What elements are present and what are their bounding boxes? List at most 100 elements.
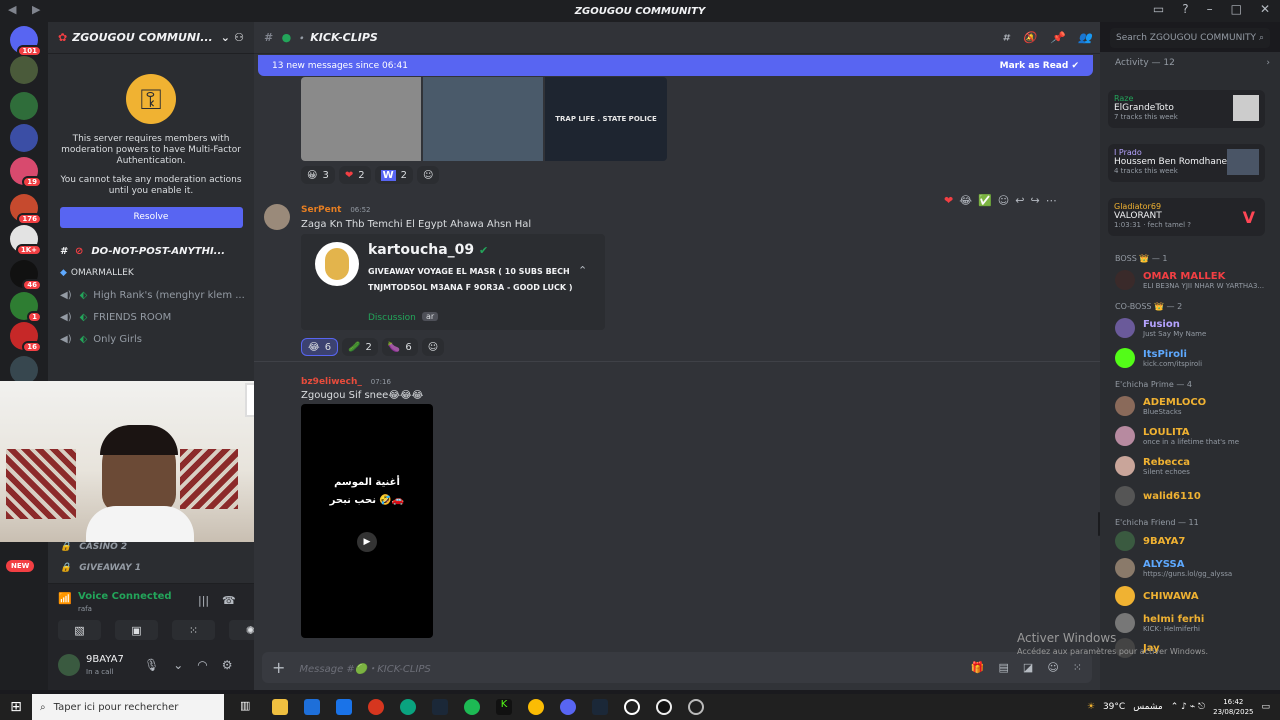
task-view-icon[interactable]: ▥: [240, 699, 256, 715]
server-icon[interactable]: 176: [10, 194, 42, 225]
member-item[interactable]: Fusion Just Say My Name: [1100, 313, 1280, 343]
reaction[interactable]: 🍆 6: [381, 338, 418, 356]
member-item[interactable]: 9BAYA7: [1100, 529, 1280, 553]
reaction[interactable]: W2: [374, 166, 413, 184]
history-nav[interactable]: ◀ ▶: [8, 3, 46, 16]
members-icon[interactable]: 👥: [1078, 31, 1092, 44]
new-messages-bar[interactable]: 13 new messages since 06:41 Mark as Read…: [258, 55, 1093, 76]
voice-channel[interactable]: ◀) ⬖ FRIENDS ROOM: [48, 306, 254, 328]
more-icon[interactable]: ⋯: [1046, 194, 1057, 207]
member-item[interactable]: LOULITA once in a lifetime that's me: [1100, 421, 1280, 451]
video-attachment[interactable]: أغنية الموسم نحب نبحر 🤣🚗 ▶: [301, 404, 433, 638]
reply-icon[interactable]: ↩: [1015, 194, 1024, 207]
server-icon[interactable]: [10, 56, 38, 84]
attachment-image[interactable]: TRAP LIFE . STATE POLICE: [545, 77, 667, 161]
activity-card[interactable]: I Prado Houssem Ben Romdhane 4 tracks th…: [1108, 144, 1265, 182]
mute-icon[interactable]: 🔕: [1023, 31, 1037, 44]
server-icon[interactable]: 46: [10, 260, 42, 291]
reaction[interactable]: ❤ 2: [338, 166, 371, 184]
member-item[interactable]: ItsPiroli kick.com/itspiroli: [1100, 343, 1280, 373]
headphones-icon[interactable]: ◠: [197, 658, 207, 672]
voice-channel[interactable]: 🔒 GIVEAWAY 1: [48, 557, 141, 579]
author-name[interactable]: SerPent: [301, 205, 341, 215]
add-attachment-icon[interactable]: +: [272, 658, 285, 677]
maximize-button[interactable]: □: [1231, 2, 1242, 16]
windows-start-icon[interactable]: ⊞: [0, 694, 32, 720]
message-input[interactable]: Message #🟢・KICK-CLIPS: [299, 660, 430, 675]
member-item[interactable]: ALYSSA https://guns.lol/gg_alyssa: [1100, 553, 1280, 583]
discord-icon[interactable]: [560, 699, 576, 715]
server-icon[interactable]: 1: [10, 292, 42, 323]
edge-icon[interactable]: [400, 699, 416, 715]
forward-icon[interactable]: ↪: [1030, 194, 1039, 207]
disconnect-icon[interactable]: ☎: [222, 594, 236, 607]
sticker-icon[interactable]: ◪: [1023, 661, 1033, 674]
file-explorer-icon[interactable]: [272, 699, 288, 715]
settings-icon[interactable]: ⚙: [222, 658, 233, 672]
member-item[interactable]: CHIWAWA: [1100, 583, 1280, 609]
member-item[interactable]: ADEMLOCO BlueStacks: [1100, 391, 1280, 421]
notification-icon[interactable]: ▭: [1261, 702, 1270, 712]
settings-icon[interactable]: [688, 699, 704, 715]
weather-temp[interactable]: 39°C: [1103, 702, 1125, 712]
server-icon[interactable]: [10, 356, 38, 384]
activity-header[interactable]: Activity — 12 ›: [1100, 52, 1280, 74]
camera-off-button[interactable]: ▧: [58, 620, 101, 640]
emoji-icon[interactable]: ☺: [1047, 661, 1058, 674]
server-icon[interactable]: 19: [10, 157, 42, 188]
steam-icon-2[interactable]: [592, 699, 608, 715]
minimize-button[interactable]: –: [1207, 2, 1213, 16]
member-item[interactable]: Rebecca Silent echoes: [1100, 451, 1280, 481]
tray-icons[interactable]: ⌃ ♪ ⌁ ⎋: [1171, 702, 1205, 712]
apps-icon[interactable]: ⁙: [1073, 661, 1082, 674]
server-icon[interactable]: [10, 92, 38, 120]
gif-icon[interactable]: ▤: [999, 661, 1009, 674]
app-icon[interactable]: [656, 699, 672, 715]
voice-channel-header[interactable]: ◆ OMARMALLEK: [48, 262, 254, 284]
check-reaction-icon[interactable]: ✅: [978, 194, 992, 207]
kick-icon[interactable]: K: [496, 699, 512, 715]
server-header[interactable]: ✿ ZGOUGOU COMMUNI... ⌄ ⚇: [48, 22, 254, 54]
server-icon[interactable]: [10, 124, 38, 152]
opera-icon[interactable]: [368, 699, 384, 715]
server-icon[interactable]: 16: [10, 322, 42, 353]
add-reaction-icon[interactable]: ☺: [998, 194, 1009, 207]
collapse-icon[interactable]: ⌃: [578, 264, 587, 277]
attachment-image[interactable]: [423, 77, 543, 161]
threads-icon[interactable]: ⌗: [1003, 31, 1009, 45]
inbox-icon[interactable]: ▭: [1153, 2, 1164, 16]
add-friend-icon[interactable]: ⚇: [234, 31, 244, 44]
pin-icon[interactable]: 📌: [1051, 31, 1065, 44]
avatar[interactable]: [264, 204, 290, 230]
help-icon[interactable]: ?: [1182, 2, 1188, 16]
gift-icon[interactable]: 🎁: [971, 661, 985, 674]
voice-channel[interactable]: ◀) ⬖ Only Girls: [48, 328, 254, 350]
reaction[interactable]: 😀 3: [301, 166, 335, 184]
screen-share-button[interactable]: ▣: [115, 620, 158, 640]
activities-button[interactable]: ⁙: [172, 620, 215, 640]
laugh-reaction-icon[interactable]: 😂: [959, 194, 972, 207]
reaction[interactable]: 😂 6: [301, 338, 339, 356]
resolve-button[interactable]: Resolve: [59, 207, 243, 228]
add-reaction-icon[interactable]: ☺: [416, 166, 440, 184]
embed-link[interactable]: Discussion: [368, 313, 416, 323]
store-icon[interactable]: [304, 699, 320, 715]
chevron-down-icon[interactable]: ⌄: [173, 658, 183, 672]
obs-icon[interactable]: [624, 699, 640, 715]
taskbar-search[interactable]: ⌕ Taper ici pour rechercher: [32, 694, 224, 720]
browser-icon[interactable]: [336, 699, 352, 715]
search-input[interactable]: Search ZGOUGOU COMMUNITY ⌕: [1110, 28, 1270, 48]
spotify-icon[interactable]: [464, 699, 480, 715]
noise-suppression-icon[interactable]: |||: [198, 594, 209, 607]
voice-channel-name[interactable]: rafa: [78, 605, 92, 613]
member-item[interactable]: OMAR MALLEK ELI BE3NA YJII NHAR W YARTHA3…: [1100, 265, 1280, 295]
message-composer[interactable]: + Message #🟢・KICK-CLIPS 🎁 ▤ ◪ ☺ ⁙: [262, 652, 1092, 683]
reaction[interactable]: 🥒 2: [342, 338, 378, 356]
activity-card[interactable]: Raze ElGrandeToto 7 tracks this week: [1108, 90, 1265, 128]
attachment-image[interactable]: [301, 77, 421, 161]
add-reaction-icon[interactable]: ☺: [421, 338, 445, 356]
home-icon[interactable]: 101: [10, 26, 42, 57]
avatar[interactable]: [58, 654, 80, 676]
chrome-icon[interactable]: [528, 699, 544, 715]
member-item[interactable]: walid6110: [1100, 481, 1280, 511]
